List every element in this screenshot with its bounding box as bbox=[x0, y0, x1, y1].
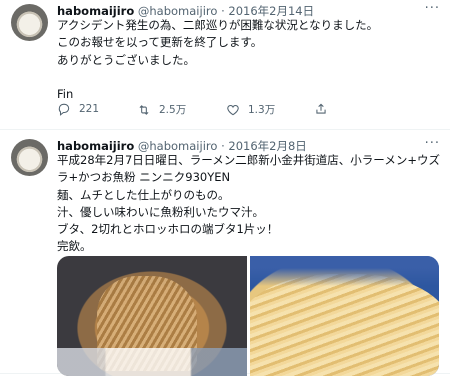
handle[interactable]: @habomaijiro bbox=[138, 139, 218, 153]
display-name[interactable]: habomaijiro bbox=[57, 139, 134, 153]
retweet-button[interactable]: 2.5万 bbox=[137, 102, 186, 117]
tweet-text-line: 麺、ムチとした仕上がりのもの。 bbox=[57, 187, 230, 202]
tweet-date[interactable]: 2016年2月8日 bbox=[228, 139, 306, 153]
more-options-button[interactable]: ··· bbox=[425, 1, 440, 16]
reply-count: 221 bbox=[79, 103, 100, 115]
handle[interactable]: @habomaijiro bbox=[138, 4, 218, 18]
more-options-button[interactable]: ··· bbox=[425, 136, 440, 151]
tweet-text: 平成28年2月7日日曜日、ラーメン二郎新小金井街道店、小ラーメン+ウズ ラ+かつ… bbox=[57, 152, 442, 256]
tweet-date[interactable]: 2016年2月14日 bbox=[228, 4, 314, 18]
tweet-text: アクシデント発生の為、二郎巡りが困難な状況となりました。 このお報せを以って更新… bbox=[57, 17, 442, 103]
tweet-text-line: Fin bbox=[57, 86, 74, 101]
separator-dot: · bbox=[221, 4, 225, 18]
heart-icon bbox=[227, 104, 239, 115]
tweet-text-line: アクシデント発生の為、二郎巡りが困難な状況となりました。 bbox=[57, 18, 379, 32]
tweet-text-line-empty bbox=[57, 69, 442, 86]
tweet-text-line: このお報せを以って更新を終了します。 bbox=[57, 35, 263, 50]
tweet-text-line: 完飲。 bbox=[57, 239, 92, 254]
tweet[interactable]: habomaijiro @habomaijiro · 2016年2月8日 ···… bbox=[0, 130, 450, 376]
tweet-text-line: ラ+かつお魚粉 ニンニク930YEN bbox=[57, 170, 231, 185]
tweet-text-line: 平成28年2月7日日曜日、ラーメン二郎新小金井街道店、小ラーメン+ウズ bbox=[57, 153, 440, 167]
tweet-media bbox=[57, 256, 439, 376]
tweet-actions: 221 2.5万 1.3万 bbox=[57, 102, 417, 118]
noodles-photo[interactable] bbox=[249, 256, 439, 376]
display-name[interactable]: habomaijiro bbox=[57, 4, 134, 18]
separator-dot: · bbox=[221, 139, 225, 153]
tweet-text-line: 汁、優しい味わいに魚粉利いたウマ汁。 bbox=[57, 204, 264, 219]
share-icon bbox=[316, 103, 326, 114]
ramen-photo[interactable] bbox=[57, 256, 247, 376]
reply-button[interactable]: 221 bbox=[57, 102, 99, 116]
reply-icon bbox=[58, 103, 70, 116]
tweet-text-line: ブタ、2切れとホロッホロの端ブタ1片ッ！ bbox=[57, 222, 279, 237]
like-count: 1.3万 bbox=[248, 104, 276, 116]
tweet-text-line: ありがとうございました。 bbox=[57, 52, 195, 67]
share-button[interactable] bbox=[314, 102, 328, 116]
avatar[interactable] bbox=[11, 139, 48, 176]
retweet-icon bbox=[139, 104, 149, 115]
avatar[interactable] bbox=[11, 4, 48, 41]
retweet-count: 2.5万 bbox=[159, 104, 187, 116]
tweet[interactable]: habomaijiro @habomaijiro · 2016年2月14日 ··… bbox=[0, 0, 450, 130]
like-button[interactable]: 1.3万 bbox=[226, 102, 275, 117]
